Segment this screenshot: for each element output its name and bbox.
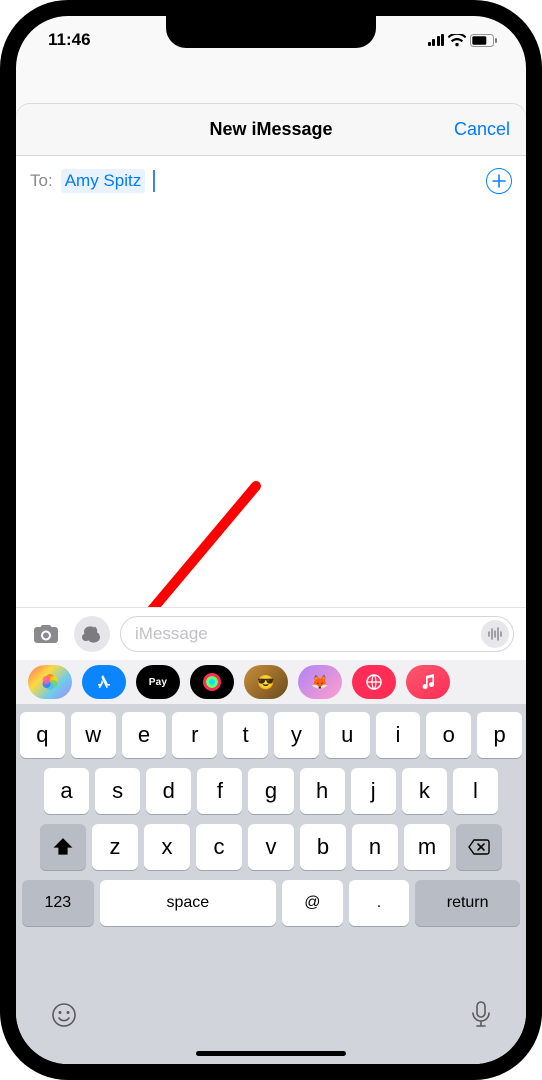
key-p[interactable]: p (477, 712, 522, 758)
key-e[interactable]: e (122, 712, 167, 758)
music-icon[interactable] (406, 665, 450, 699)
key-i[interactable]: i (376, 712, 421, 758)
key-c[interactable]: c (196, 824, 242, 870)
dot-key[interactable]: . (349, 880, 410, 926)
key-x[interactable]: x (144, 824, 190, 870)
animoji-icon[interactable]: 🦊 (298, 665, 342, 699)
numbers-key[interactable]: 123 (22, 880, 94, 926)
dictation-key[interactable] (470, 1000, 492, 1035)
key-m[interactable]: m (404, 824, 450, 870)
backspace-key[interactable] (456, 824, 502, 870)
key-b[interactable]: b (300, 824, 346, 870)
recipient-chip[interactable]: Amy Spitz (61, 169, 146, 193)
key-u[interactable]: u (325, 712, 370, 758)
keyboard-row-4: 123 space @ . return (20, 880, 522, 926)
compose-sheet: New iMessage Cancel To: Amy Spitz (16, 104, 526, 1064)
nav-bar: New iMessage Cancel (16, 104, 526, 156)
cancel-button[interactable]: Cancel (454, 119, 510, 140)
key-j[interactable]: j (351, 768, 396, 814)
message-input[interactable]: iMessage (120, 616, 514, 652)
add-recipient-button[interactable] (486, 168, 512, 194)
key-y[interactable]: y (274, 712, 319, 758)
key-w[interactable]: w (71, 712, 116, 758)
key-a[interactable]: a (44, 768, 89, 814)
camera-button[interactable] (28, 616, 64, 652)
key-n[interactable]: n (352, 824, 398, 870)
conversation-area (16, 204, 526, 616)
home-indicator[interactable] (196, 1051, 346, 1056)
memoji-icon[interactable]: 😎 (244, 665, 288, 699)
app-store-icon[interactable] (82, 665, 126, 699)
key-t[interactable]: t (223, 712, 268, 758)
key-d[interactable]: d (146, 768, 191, 814)
status-time: 11:46 (48, 30, 91, 50)
to-label: To: (30, 171, 53, 191)
wifi-icon (448, 34, 466, 47)
key-q[interactable]: q (20, 712, 65, 758)
keyboard-row-1: q w e r t y u i o p (20, 712, 522, 758)
key-z[interactable]: z (92, 824, 138, 870)
apple-pay-icon[interactable]: Pay (136, 665, 180, 699)
keyboard: q w e r t y u i o p a s d f g h (16, 704, 526, 1064)
return-key[interactable]: return (415, 880, 520, 926)
keyboard-row-2: a s d f g h j k l (20, 768, 522, 814)
at-key[interactable]: @ (282, 880, 343, 926)
keyboard-row-3: z x c v b n m (20, 824, 522, 870)
message-placeholder: iMessage (135, 624, 481, 644)
key-o[interactable]: o (426, 712, 471, 758)
imessage-app-strip[interactable]: Pay 😎 🦊 (16, 660, 526, 704)
app-drawer-button[interactable] (74, 616, 110, 652)
shift-key[interactable] (40, 824, 86, 870)
space-key[interactable]: space (100, 880, 276, 926)
keyboard-bottom-bar (20, 987, 522, 1051)
key-l[interactable]: l (453, 768, 498, 814)
battery-icon (470, 34, 498, 47)
activity-icon[interactable] (190, 665, 234, 699)
nav-title: New iMessage (209, 119, 332, 140)
compose-bar: iMessage (16, 607, 526, 660)
emoji-key[interactable] (50, 1001, 78, 1034)
text-cursor (153, 170, 155, 192)
phone-frame: 11:46 New iMessage Cancel To: Amy Spitz (0, 0, 542, 1080)
to-field[interactable]: To: Amy Spitz (16, 156, 526, 207)
screen: 11:46 New iMessage Cancel To: Amy Spitz (16, 16, 526, 1064)
key-k[interactable]: k (402, 768, 447, 814)
key-h[interactable]: h (300, 768, 345, 814)
cellular-icon (428, 34, 445, 46)
notch (166, 16, 376, 48)
key-g[interactable]: g (248, 768, 293, 814)
key-v[interactable]: v (248, 824, 294, 870)
digital-touch-icon[interactable] (352, 665, 396, 699)
key-f[interactable]: f (197, 768, 242, 814)
key-r[interactable]: r (172, 712, 217, 758)
voice-message-button[interactable] (481, 620, 509, 648)
status-right (428, 34, 499, 47)
key-s[interactable]: s (95, 768, 140, 814)
photos-app-icon[interactable] (28, 665, 72, 699)
